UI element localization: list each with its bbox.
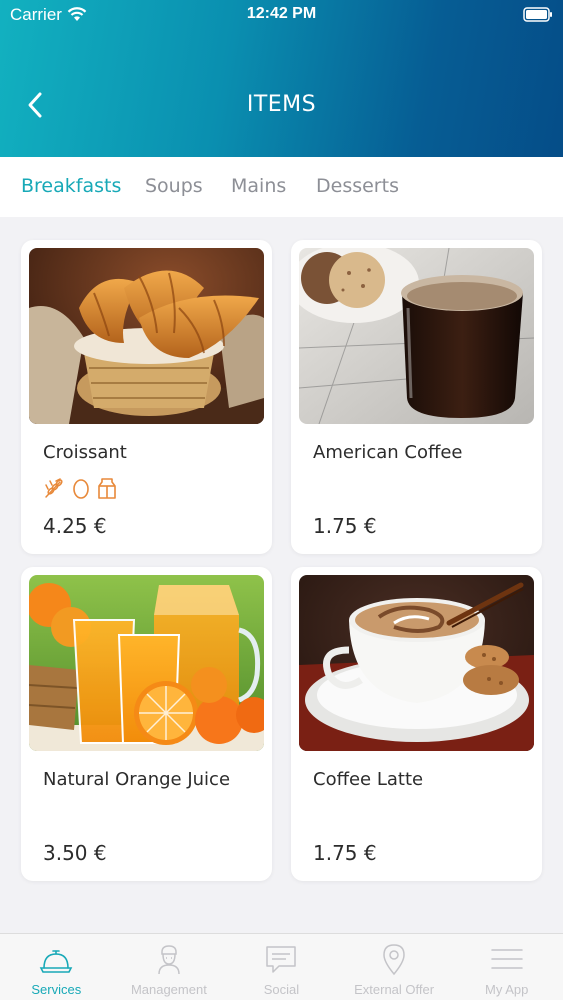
menu-icon — [490, 949, 523, 969]
tab-label: Social — [263, 982, 300, 997]
tab-label: Services — [31, 982, 82, 997]
clock: 12:42 PM — [246, 5, 317, 22]
egg-icon — [73, 479, 89, 499]
bottom-tab-bar: Services Management Social External Offe… — [0, 933, 563, 1000]
tab-label: Management — [130, 982, 207, 997]
item-price: 3.50 € — [43, 841, 107, 865]
item-card-croissant[interactable]: Croissant 4.25 € — [21, 240, 272, 554]
tab-social[interactable]: Social — [225, 934, 338, 1000]
croissant-image — [29, 248, 264, 424]
header: Carrier 12:42 PM ITEMS — [0, 0, 563, 157]
tab-mains[interactable]: Mains — [231, 175, 286, 197]
item-name: American Coffee — [313, 442, 463, 463]
tab-external-offer[interactable]: External Offer — [338, 934, 451, 1000]
coffee-latte-image — [299, 575, 534, 751]
tab-services[interactable]: Services — [0, 934, 113, 1000]
item-name: Croissant — [43, 442, 127, 463]
item-name: Coffee Latte — [313, 769, 424, 790]
chat-icon — [266, 946, 297, 973]
item-name: Natural Orange Juice — [43, 769, 231, 790]
american-coffee-image — [299, 248, 534, 424]
category-tabs: Breakfasts Soups Mains Desserts — [0, 157, 563, 217]
location-pin-icon — [383, 944, 405, 976]
page-title: ITEMS — [246, 92, 317, 117]
tab-my-app[interactable]: My App — [450, 934, 563, 1000]
item-card-orange-juice[interactable]: Natural Orange Juice 3.50 € — [21, 567, 272, 881]
tab-management[interactable]: Management — [113, 934, 226, 1000]
person-icon — [158, 945, 180, 975]
tab-breakfasts[interactable]: Breakfasts — [21, 175, 121, 197]
item-price: 1.75 € — [313, 841, 377, 865]
orange-juice-image — [29, 575, 264, 751]
tab-desserts[interactable]: Desserts — [316, 175, 399, 197]
tab-soups[interactable]: Soups — [145, 175, 203, 197]
tab-label: External Offer — [354, 982, 435, 997]
item-price: 1.75 € — [313, 514, 377, 538]
item-price: 4.25 € — [43, 514, 107, 538]
status-bar: Carrier 12:42 PM — [0, 4, 563, 26]
milk-icon — [98, 478, 116, 499]
cloche-icon — [40, 950, 73, 973]
item-card-coffee-latte[interactable]: Coffee Latte 1.75 € — [291, 567, 542, 881]
tab-label: My App — [485, 982, 529, 997]
wheat-icon — [45, 478, 63, 498]
item-card-american-coffee[interactable]: American Coffee 1.75 € — [291, 240, 542, 554]
battery-icon — [523, 7, 553, 26]
allergen-list — [43, 477, 117, 499]
